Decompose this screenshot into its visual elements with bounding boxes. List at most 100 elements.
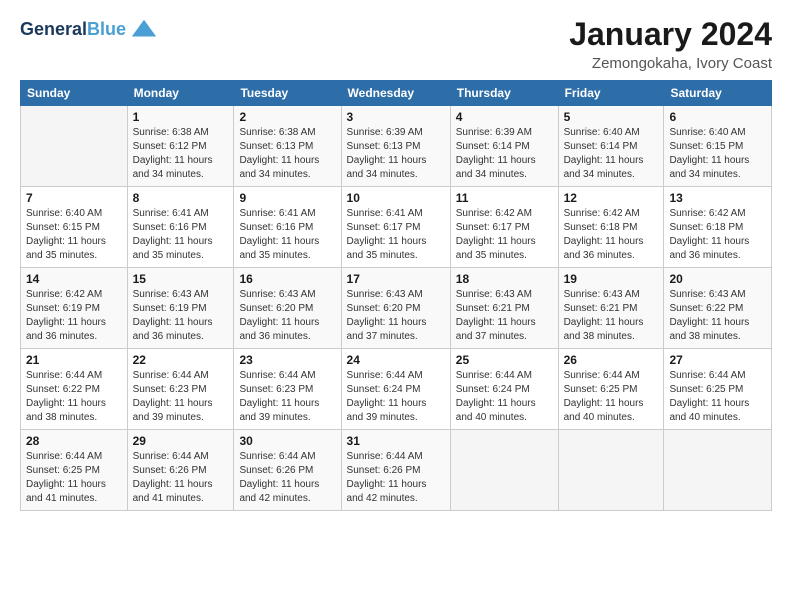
day-number: 7 [26,191,122,205]
day-cell [450,430,558,511]
day-cell: 31 Sunrise: 6:44 AM Sunset: 6:26 PM Dayli… [341,430,450,511]
day-cell: 22 Sunrise: 6:44 AM Sunset: 6:23 PM Dayli… [127,349,234,430]
day-number: 17 [347,272,445,286]
day-cell: 4 Sunrise: 6:39 AM Sunset: 6:14 PM Daylig… [450,106,558,187]
day-number: 27 [669,353,766,367]
day-cell: 24 Sunrise: 6:44 AM Sunset: 6:24 PM Dayli… [341,349,450,430]
day-cell: 18 Sunrise: 6:43 AM Sunset: 6:21 PM Dayli… [450,268,558,349]
day-cell [664,430,772,511]
logo-icon [130,16,158,44]
day-info: Sunrise: 6:43 AM Sunset: 6:21 PM Dayligh… [456,288,553,344]
day-cell: 28 Sunrise: 6:44 AM Sunset: 6:25 PM Dayli… [21,430,128,511]
day-cell: 20Sunrise: 6:43 AM Sunset: 6:22 PM Dayli… [664,268,772,349]
day-number: 15 [133,272,229,286]
day-number: 31 [347,434,445,448]
calendar-table: SundayMondayTuesdayWednesdayThursdayFrid… [20,80,772,511]
day-cell [558,430,664,511]
day-info: Sunrise: 6:44 AM Sunset: 6:26 PM Dayligh… [133,450,229,506]
day-info: Sunrise: 6:42 AM Sunset: 6:19 PM Dayligh… [26,288,122,344]
day-info: Sunrise: 6:39 AM Sunset: 6:13 PM Dayligh… [347,126,445,182]
day-number: 24 [347,353,445,367]
day-number: 4 [456,110,553,124]
day-cell: 2 Sunrise: 6:38 AM Sunset: 6:13 PM Daylig… [234,106,341,187]
day-number: 2 [239,110,335,124]
day-info: Sunrise: 6:43 AM Sunset: 6:19 PM Dayligh… [133,288,229,344]
page-container: GeneralBlue January 2024 Zemongokaha, Iv… [0,0,792,521]
day-info: Sunrise: 6:44 AM Sunset: 6:25 PM Dayligh… [564,369,659,425]
week-row-1: 1 Sunrise: 6:38 AM Sunset: 6:12 PM Daylig… [21,106,772,187]
day-info: Sunrise: 6:38 AM Sunset: 6:13 PM Dayligh… [239,126,335,182]
day-info: Sunrise: 6:41 AM Sunset: 6:16 PM Dayligh… [133,207,229,263]
logo-text: GeneralBlue [20,20,126,40]
day-cell: 23 Sunrise: 6:44 AM Sunset: 6:23 PM Dayli… [234,349,341,430]
day-info: Sunrise: 6:44 AM Sunset: 6:24 PM Dayligh… [456,369,553,425]
day-cell: 9Sunrise: 6:41 AM Sunset: 6:16 PM Daylig… [234,187,341,268]
day-info: Sunrise: 6:42 AM Sunset: 6:18 PM Dayligh… [669,207,766,263]
day-info: Sunrise: 6:44 AM Sunset: 6:22 PM Dayligh… [26,369,122,425]
day-info: Sunrise: 6:44 AM Sunset: 6:25 PM Dayligh… [26,450,122,506]
day-cell: 14 Sunrise: 6:42 AM Sunset: 6:19 PM Dayli… [21,268,128,349]
day-cell: 25 Sunrise: 6:44 AM Sunset: 6:24 PM Dayli… [450,349,558,430]
week-row-3: 14 Sunrise: 6:42 AM Sunset: 6:19 PM Dayli… [21,268,772,349]
day-info: Sunrise: 6:44 AM Sunset: 6:25 PM Dayligh… [669,369,766,425]
weekday-tuesday: Tuesday [234,81,341,106]
day-number: 25 [456,353,553,367]
week-row-4: 21Sunrise: 6:44 AM Sunset: 6:22 PM Dayli… [21,349,772,430]
calendar-subtitle: Zemongokaha, Ivory Coast [569,55,772,72]
week-row-2: 7 Sunrise: 6:40 AM Sunset: 6:15 PM Daylig… [21,187,772,268]
week-row-5: 28 Sunrise: 6:44 AM Sunset: 6:25 PM Dayli… [21,430,772,511]
day-info: Sunrise: 6:43 AM Sunset: 6:20 PM Dayligh… [347,288,445,344]
day-number: 28 [26,434,122,448]
day-info: Sunrise: 6:38 AM Sunset: 6:12 PM Dayligh… [133,126,229,182]
day-number: 3 [347,110,445,124]
day-number: 9 [239,191,335,205]
day-number: 8 [133,191,229,205]
day-cell: 7 Sunrise: 6:40 AM Sunset: 6:15 PM Daylig… [21,187,128,268]
weekday-sunday: Sunday [21,81,128,106]
day-cell: 1 Sunrise: 6:38 AM Sunset: 6:12 PM Daylig… [127,106,234,187]
day-cell: 19Sunrise: 6:43 AM Sunset: 6:21 PM Dayli… [558,268,664,349]
day-cell: 16Sunrise: 6:43 AM Sunset: 6:20 PM Dayli… [234,268,341,349]
day-info: Sunrise: 6:44 AM Sunset: 6:26 PM Dayligh… [347,450,445,506]
day-number: 16 [239,272,335,286]
day-cell: 13Sunrise: 6:42 AM Sunset: 6:18 PM Dayli… [664,187,772,268]
day-info: Sunrise: 6:40 AM Sunset: 6:15 PM Dayligh… [26,207,122,263]
day-number: 22 [133,353,229,367]
day-number: 18 [456,272,553,286]
day-cell: 12Sunrise: 6:42 AM Sunset: 6:18 PM Dayli… [558,187,664,268]
day-info: Sunrise: 6:42 AM Sunset: 6:17 PM Dayligh… [456,207,553,263]
weekday-friday: Friday [558,81,664,106]
weekday-saturday: Saturday [664,81,772,106]
day-cell: 10 Sunrise: 6:41 AM Sunset: 6:17 PM Dayli… [341,187,450,268]
day-number: 19 [564,272,659,286]
day-cell: 3 Sunrise: 6:39 AM Sunset: 6:13 PM Daylig… [341,106,450,187]
day-info: Sunrise: 6:44 AM Sunset: 6:23 PM Dayligh… [133,369,229,425]
day-info: Sunrise: 6:41 AM Sunset: 6:17 PM Dayligh… [347,207,445,263]
day-number: 23 [239,353,335,367]
day-info: Sunrise: 6:42 AM Sunset: 6:18 PM Dayligh… [564,207,659,263]
weekday-wednesday: Wednesday [341,81,450,106]
day-cell: 5 Sunrise: 6:40 AM Sunset: 6:14 PM Daylig… [558,106,664,187]
day-number: 1 [133,110,229,124]
day-info: Sunrise: 6:44 AM Sunset: 6:24 PM Dayligh… [347,369,445,425]
title-block: January 2024 Zemongokaha, Ivory Coast [569,16,772,72]
day-info: Sunrise: 6:39 AM Sunset: 6:14 PM Dayligh… [456,126,553,182]
day-info: Sunrise: 6:40 AM Sunset: 6:15 PM Dayligh… [669,126,766,182]
day-info: Sunrise: 6:44 AM Sunset: 6:23 PM Dayligh… [239,369,335,425]
day-number: 5 [564,110,659,124]
day-cell: 8 Sunrise: 6:41 AM Sunset: 6:16 PM Daylig… [127,187,234,268]
weekday-header-row: SundayMondayTuesdayWednesdayThursdayFrid… [21,81,772,106]
calendar-title: January 2024 [569,16,772,53]
day-cell [21,106,128,187]
weekday-monday: Monday [127,81,234,106]
day-info: Sunrise: 6:40 AM Sunset: 6:14 PM Dayligh… [564,126,659,182]
day-cell: 11Sunrise: 6:42 AM Sunset: 6:17 PM Dayli… [450,187,558,268]
day-cell: 21Sunrise: 6:44 AM Sunset: 6:22 PM Dayli… [21,349,128,430]
day-cell: 17 Sunrise: 6:43 AM Sunset: 6:20 PM Dayli… [341,268,450,349]
day-number: 14 [26,272,122,286]
day-number: 26 [564,353,659,367]
day-info: Sunrise: 6:43 AM Sunset: 6:22 PM Dayligh… [669,288,766,344]
day-number: 10 [347,191,445,205]
day-number: 29 [133,434,229,448]
day-number: 6 [669,110,766,124]
